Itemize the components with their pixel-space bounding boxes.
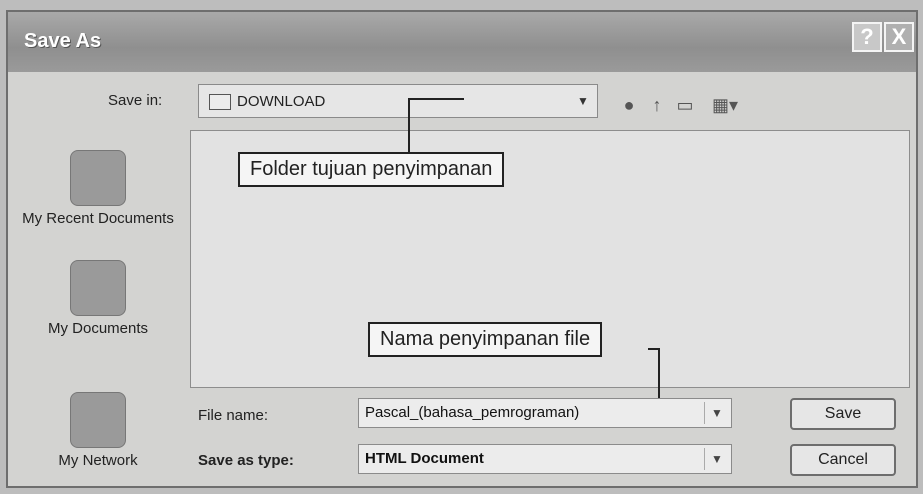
save-as-type-label: Save as type:	[198, 452, 294, 469]
save-in-value: DOWNLOAD	[237, 93, 326, 110]
dialog-title: Save As	[24, 30, 102, 52]
save-button[interactable]: Save	[790, 398, 896, 430]
save-in-combobox[interactable]: DOWNLOAD ▼	[198, 84, 598, 118]
file-name-value: Pascal_(bahasa_pemrograman)	[365, 404, 580, 421]
place-my-network[interactable]: My Network	[18, 392, 178, 470]
save-as-type-value: HTML Document	[365, 450, 484, 467]
folder-callout: Folder tujuan penyimpanan	[238, 152, 505, 187]
place-label: My Recent Documents	[22, 210, 174, 227]
save-as-type-select[interactable]: HTML Document ▼	[358, 444, 732, 474]
chevron-down-icon[interactable]: ▼	[704, 448, 729, 470]
place-label: My Documents	[47, 320, 149, 337]
chevron-down-icon[interactable]: ▼	[573, 91, 593, 111]
places-bar: My Recent Documents My Documents My Netw…	[18, 132, 178, 482]
callout-line	[648, 348, 660, 350]
callout-line	[408, 98, 464, 100]
new-folder-icon[interactable]: ▭	[674, 94, 696, 116]
cancel-button[interactable]: Cancel	[790, 444, 896, 476]
file-name-label: File name:	[198, 407, 269, 424]
close-button[interactable]: X	[884, 22, 914, 52]
title-bar: Save As ? X	[8, 12, 916, 72]
place-my-recent-documents[interactable]: My Recent Documents	[18, 150, 178, 228]
callout-line	[408, 98, 410, 152]
chevron-down-icon[interactable]: ▼	[704, 402, 729, 424]
folder-icon	[209, 94, 231, 110]
place-my-documents[interactable]: My Documents	[18, 260, 178, 338]
up-folder-icon[interactable]: ↑	[646, 94, 668, 116]
views-menu-icon[interactable]: ▦▾	[708, 94, 742, 116]
back-icon[interactable]: ●	[618, 94, 640, 116]
help-button[interactable]: ?	[852, 22, 882, 52]
save-in-label: Save in:	[108, 92, 163, 109]
place-label: My Network	[58, 452, 138, 469]
my-documents-icon	[70, 260, 126, 316]
my-network-icon	[70, 392, 126, 448]
file-name-input[interactable]: Pascal_(bahasa_pemrograman) ▼	[358, 398, 732, 428]
save-as-dialog: Save As ? X Save in: DOWNLOAD ▼ ● ↑ ▭ ▦▾…	[6, 10, 918, 488]
recent-documents-icon	[70, 150, 126, 206]
filename-callout: Nama penyimpanan file	[368, 322, 603, 357]
